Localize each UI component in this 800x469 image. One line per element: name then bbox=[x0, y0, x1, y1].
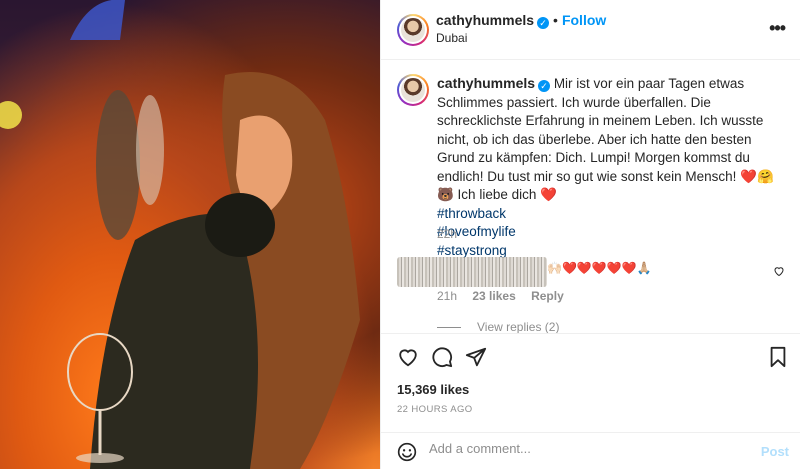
post-header: cathyhummels ✓ • Follow Dubai ••• bbox=[381, 0, 800, 60]
hashtag-loveofmylife[interactable]: #loveofmylife bbox=[437, 223, 787, 242]
post-timestamp[interactable]: 22 HOURS AGO bbox=[397, 404, 473, 415]
emoji-icon[interactable] bbox=[397, 442, 417, 462]
post-comment-button[interactable]: Post bbox=[761, 444, 789, 459]
comment-icon[interactable] bbox=[431, 346, 453, 368]
author-username[interactable]: cathyhummels bbox=[436, 12, 534, 28]
hashtag-throwback[interactable]: #throwback bbox=[437, 205, 787, 224]
blurred-commenter bbox=[397, 257, 547, 287]
caption-avatar[interactable] bbox=[397, 74, 429, 106]
caption-time: 22h bbox=[437, 227, 458, 241]
caption-username[interactable]: cathyhummels bbox=[437, 75, 535, 91]
post-location[interactable]: Dubai bbox=[436, 31, 467, 45]
reply-button[interactable]: Reply bbox=[531, 289, 564, 303]
instagram-post: cathyhummels ✓ • Follow Dubai ••• cathyhumm… bbox=[0, 0, 800, 469]
comment-likes[interactable]: 23 likes bbox=[472, 289, 515, 303]
photo-illustration bbox=[0, 0, 360, 469]
comment-meta: 21h 23 likes Reply bbox=[437, 289, 576, 303]
post-photo[interactable] bbox=[0, 0, 380, 469]
likes-count[interactable]: 15,369 likes bbox=[397, 382, 469, 397]
author-line: cathyhummels ✓ • Follow bbox=[436, 12, 606, 29]
view-replies-label: View replies (2) bbox=[477, 320, 560, 334]
action-bar bbox=[381, 333, 800, 383]
post-details-panel: cathyhummels ✓ • Follow Dubai ••• cathyhumm… bbox=[380, 0, 800, 469]
bookmark-icon[interactable] bbox=[767, 346, 789, 368]
verified-badge-icon: ✓ bbox=[538, 80, 551, 92]
comment-input[interactable] bbox=[429, 441, 749, 456]
separator-dot: • bbox=[553, 12, 558, 28]
comment-text: 🙌🏻❤️❤️❤️❤️❤️🙏🏼 bbox=[547, 261, 652, 275]
caption-body: Mir ist vor ein paar Tagen etwas Schlimm… bbox=[437, 76, 774, 202]
author-avatar[interactable] bbox=[397, 14, 429, 46]
more-options-icon[interactable]: ••• bbox=[769, 18, 786, 39]
caption-text: cathyhummels ✓ Mir ist vor ein paar Tagen… bbox=[437, 74, 787, 260]
verified-badge-icon: ✓ bbox=[537, 17, 550, 29]
share-icon[interactable] bbox=[465, 346, 487, 368]
comment-like-icon[interactable] bbox=[773, 265, 785, 277]
follow-button[interactable]: Follow bbox=[562, 12, 606, 28]
heart-icon[interactable] bbox=[397, 346, 419, 368]
view-replies-button[interactable]: View replies (2) bbox=[437, 320, 559, 334]
comment-composer: Post bbox=[381, 432, 800, 469]
comment-time: 21h bbox=[437, 289, 458, 303]
